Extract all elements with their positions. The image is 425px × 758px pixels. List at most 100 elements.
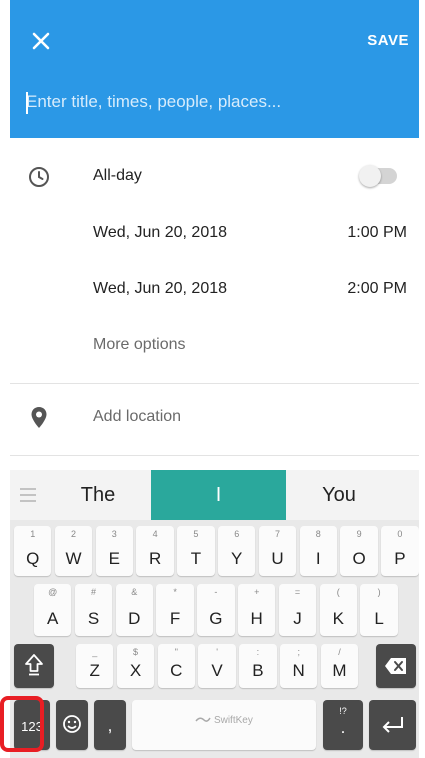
end-date[interactable]: Wed, Jun 20, 2018 [93,280,227,298]
key-alt-label: 6 [234,529,240,539]
key-label: L [374,609,384,628]
suggestion-right[interactable]: You [286,470,392,520]
key-label: O [352,549,366,568]
key-label: R [148,549,162,568]
all-day-toggle[interactable] [359,165,397,187]
key-z[interactable]: _ Z [76,644,114,688]
close-button[interactable] [26,26,56,56]
close-icon [32,32,50,50]
key-label: F [169,609,181,628]
section-divider [10,383,419,384]
backspace-icon [385,658,406,674]
space-key[interactable]: SwiftKey [132,700,316,750]
location-pin-icon [31,407,47,428]
key-x[interactable]: $ X [116,644,155,688]
add-location-field[interactable]: Add location [93,408,181,426]
location-row[interactable]: Add location [10,400,419,436]
key-label: I [315,549,321,568]
backspace-key[interactable] [376,644,416,688]
key-label: A [47,609,59,628]
space-key-label: SwiftKey [132,715,316,726]
key-alt-label: 7 [274,529,280,539]
key-label: S [87,609,100,628]
key-s[interactable]: # S [74,584,113,636]
key-alt-label: 2 [70,529,76,539]
enter-key[interactable] [369,700,416,750]
key-alt-label: + [254,587,260,597]
emoji-key[interactable] [56,700,88,750]
key-v[interactable]: ' V [198,644,236,688]
enter-icon [382,717,403,733]
key-i[interactable]: 8I [299,526,337,576]
menu-icon[interactable] [20,488,36,502]
key-a[interactable]: @ A [34,584,72,636]
title-input[interactable] [26,92,396,112]
clock-icon [29,167,49,187]
key-r[interactable]: 4R [136,526,174,576]
key-n[interactable]: ; N [280,644,318,688]
key-b[interactable]: :B [239,644,277,688]
key-alt-label: / [338,647,341,657]
start-datetime-row: Wed, Jun 20, 2018 1:00 PM [10,218,419,252]
key-alt-label: : [256,647,260,657]
key-label: K [332,609,344,628]
key-label: C [170,661,183,680]
key-alt-label: ' [216,647,218,657]
comma-key[interactable]: , [94,700,126,750]
key-label: D [128,609,141,628]
key-h[interactable]: + H [238,584,276,636]
event-editor-screen: SAVE All-day Wed, Jun 20, 2018 1:00 PM W… [10,0,419,758]
end-time[interactable]: 2:00 PM [347,280,407,298]
key-f[interactable]: * F [156,584,194,636]
key-p[interactable]: 0P [381,526,419,576]
key-q[interactable]: 1Q [14,526,52,576]
key-label: B [252,661,264,680]
key-e[interactable]: 3E [95,526,133,576]
text-cursor [26,92,28,114]
key-g[interactable]: -G [197,584,235,636]
key-alt-label: 1 [30,529,36,539]
shift-key[interactable] [14,644,54,688]
suggestion-left[interactable]: The [44,470,152,520]
key-alt-label: " [174,647,178,657]
key-alt-label: _ [92,647,98,657]
key-label: T [190,549,202,568]
key-w[interactable]: 2W [54,526,93,576]
key-label: X [129,661,142,680]
key-alt-label: 4 [152,529,158,539]
key-label: J [293,609,302,628]
more-options-link[interactable]: More options [93,336,186,354]
key-k[interactable]: (K [319,584,357,636]
swiftkey-keyboard: The I You 123 , SwiftKey !? . 1 Q 2 W 3 … [10,470,419,758]
period-key[interactable]: !? . [323,700,363,750]
key-t[interactable]: 5T [177,526,215,576]
key-u[interactable]: 7U [258,526,297,576]
suggestion-center[interactable]: I [151,470,286,520]
key-c[interactable]: " C [157,644,195,688]
key-alt-label: = [294,587,301,597]
key-label: M [332,661,347,680]
start-time[interactable]: 1:00 PM [347,224,407,242]
key-d[interactable]: & D [115,584,153,636]
key-label: G [209,609,223,628]
key-m[interactable]: / M [320,644,359,688]
key-alt-label: ( [336,587,340,597]
key-alt-label: & [131,587,138,597]
key-alt-label: - [214,587,218,597]
more-options-row[interactable]: More options [10,330,419,364]
key-alt-label: * [173,587,177,597]
key-label: Q [26,549,40,568]
key-alt-label: 5 [193,529,199,539]
save-button[interactable]: SAVE [367,32,409,49]
end-datetime-row: Wed, Jun 20, 2018 2:00 PM [10,274,419,308]
key-label: U [271,549,284,568]
key-j[interactable]: = J [278,584,317,636]
key-alt-label: $ [132,647,138,657]
key-label: H [250,609,263,628]
all-day-row[interactable]: All-day [10,160,419,196]
start-date[interactable]: Wed, Jun 20, 2018 [93,224,227,242]
key-o[interactable]: 9O [340,526,378,576]
toggle-knob [359,165,381,187]
key-y[interactable]: 6Y [218,526,256,576]
key-l[interactable]: ) L [360,584,398,636]
